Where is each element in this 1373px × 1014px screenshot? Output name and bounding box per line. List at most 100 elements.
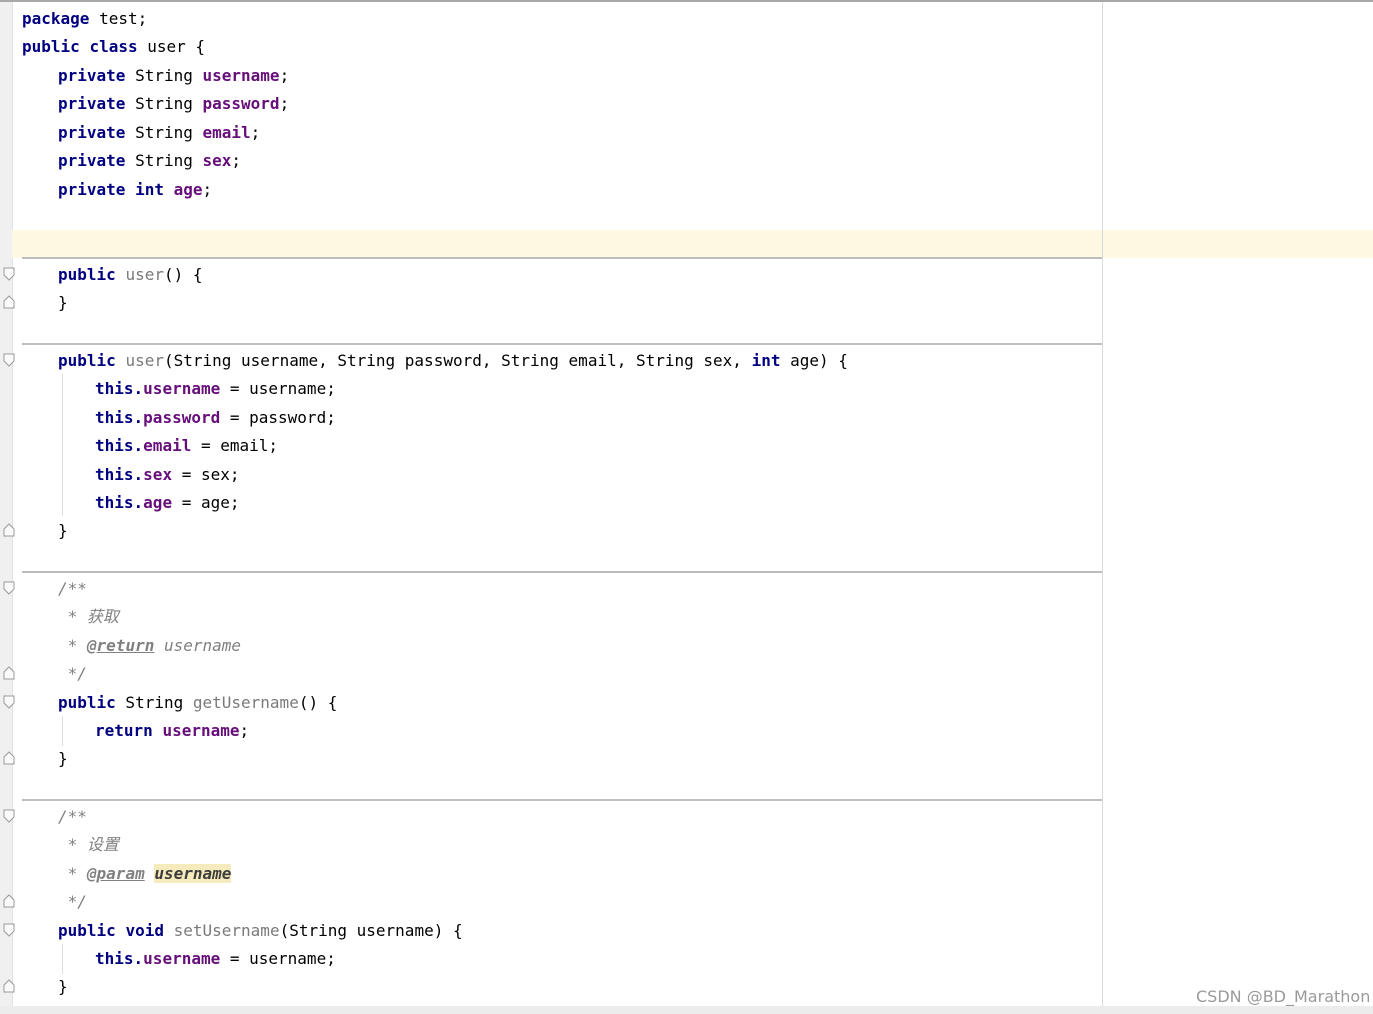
- indent-guide: [62, 944, 63, 974]
- code-text: = password;: [220, 408, 336, 427]
- editor-gutter: [0, 2, 13, 1006]
- code-text: = email;: [191, 436, 279, 455]
- code-text: ;: [250, 123, 261, 142]
- code-text: String: [125, 123, 203, 142]
- code-line-field[interactable]: private String sex;: [58, 149, 241, 173]
- code-line-class[interactable]: public class user {: [22, 35, 205, 59]
- code-text: }: [58, 293, 68, 312]
- code-text: String: [115, 693, 193, 712]
- field-name: email: [143, 436, 192, 455]
- fold-close-icon[interactable]: [3, 894, 15, 908]
- code-line-brace[interactable]: }: [58, 975, 68, 999]
- keyword: private: [58, 180, 126, 199]
- doc-comment-line[interactable]: */: [58, 890, 87, 914]
- code-text: = sex;: [172, 465, 240, 484]
- doc-comment-line[interactable]: /**: [58, 577, 87, 601]
- code-text: String: [125, 94, 203, 113]
- keyword: return: [95, 721, 153, 740]
- code-line-method[interactable]: public String getUsername() {: [58, 691, 337, 715]
- right-margin-guide: [1102, 2, 1103, 1006]
- code-text: = username;: [220, 379, 336, 398]
- current-line-highlight: [12, 230, 1373, 258]
- doc-comment-line[interactable]: * @return username: [58, 634, 241, 658]
- code-line-brace[interactable]: }: [58, 747, 68, 771]
- doc-comment-text: */: [58, 664, 87, 683]
- doc-comment-text: *: [58, 864, 87, 883]
- indent-guide: [62, 716, 63, 746]
- code-text: = age;: [172, 493, 240, 512]
- field-name: sex: [202, 151, 232, 170]
- code-text: () {: [163, 265, 203, 284]
- fold-open-icon[interactable]: [3, 581, 15, 595]
- fold-close-icon[interactable]: [3, 979, 15, 993]
- fold-open-icon[interactable]: [3, 353, 15, 367]
- code-line-brace[interactable]: }: [58, 291, 68, 315]
- keyword: private: [58, 123, 126, 142]
- doc-comment-text: /**: [58, 579, 87, 598]
- doc-comment-line[interactable]: /**: [58, 805, 87, 829]
- keyword: this.: [95, 379, 144, 398]
- keyword: public: [22, 37, 80, 56]
- field-name: age: [143, 493, 173, 512]
- field-name: username: [143, 379, 221, 398]
- keyword: class: [89, 37, 138, 56]
- field-name: username: [202, 66, 280, 85]
- field-name: username: [143, 949, 221, 968]
- code-line-method[interactable]: public void setUsername(String username)…: [58, 919, 463, 943]
- code-line-field[interactable]: private String email;: [58, 121, 260, 145]
- doc-comment-text: *: [58, 636, 87, 655]
- doc-comment-text: * 设置: [58, 835, 119, 854]
- doc-comment-line[interactable]: * 获取: [58, 605, 119, 629]
- code-line-field[interactable]: private String password;: [58, 92, 289, 116]
- code-line-assign[interactable]: this.password = password;: [95, 406, 336, 430]
- fold-close-icon[interactable]: [3, 751, 15, 765]
- doc-comment-line[interactable]: * @param username: [58, 862, 232, 886]
- method-name: user: [125, 351, 164, 370]
- code-line-constructor[interactable]: public user(String username, String pass…: [58, 349, 848, 373]
- code-text: }: [58, 977, 68, 996]
- indent-guide: [62, 374, 63, 516]
- keyword: public: [58, 351, 116, 370]
- method-separator: [22, 799, 1102, 801]
- keyword: this.: [95, 408, 144, 427]
- horizontal-scrollbar[interactable]: [0, 1006, 1373, 1014]
- doc-comment-line[interactable]: */: [58, 662, 87, 686]
- code-line-return[interactable]: return username;: [95, 719, 249, 743]
- doc-comment-line[interactable]: * 设置: [58, 833, 119, 857]
- keyword: this.: [95, 465, 144, 484]
- fold-open-icon[interactable]: [3, 923, 15, 937]
- code-text: (String username, String password, Strin…: [163, 351, 752, 370]
- code-text: () {: [298, 693, 338, 712]
- code-line-package[interactable]: package test;: [22, 7, 147, 31]
- code-line-brace[interactable]: }: [58, 519, 68, 543]
- fold-close-icon[interactable]: [3, 295, 15, 309]
- fold-close-icon[interactable]: [3, 666, 15, 680]
- doc-comment-text: username: [154, 636, 242, 655]
- code-line-assign[interactable]: this.age = age;: [95, 491, 240, 515]
- keyword: this.: [95, 949, 144, 968]
- code-editor[interactable]: package test; public class user { privat…: [0, 0, 1373, 1014]
- code-line-assign[interactable]: this.username = username;: [95, 377, 336, 401]
- code-text: }: [58, 749, 68, 768]
- fold-close-icon[interactable]: [3, 523, 15, 537]
- fold-open-icon[interactable]: [3, 695, 15, 709]
- keyword: private: [58, 66, 126, 85]
- fold-open-icon[interactable]: [3, 267, 15, 281]
- code-text: ;: [279, 66, 290, 85]
- code-text: = username;: [220, 949, 336, 968]
- doc-tag: @param: [86, 864, 145, 883]
- field-name: email: [202, 123, 251, 142]
- field-name: password: [143, 408, 221, 427]
- code-line-assign[interactable]: this.sex = sex;: [95, 463, 240, 487]
- code-line-field[interactable]: private int age;: [58, 178, 212, 202]
- keyword: int: [751, 351, 781, 370]
- fold-open-icon[interactable]: [3, 809, 15, 823]
- code-line-field[interactable]: private String username;: [58, 64, 289, 88]
- keyword: void: [125, 921, 164, 940]
- code-text: ;: [231, 151, 242, 170]
- code-text: String: [125, 66, 203, 85]
- field-name: username: [162, 721, 240, 740]
- code-line-constructor[interactable]: public user() {: [58, 263, 203, 287]
- code-line-assign[interactable]: this.email = email;: [95, 434, 278, 458]
- code-line-assign[interactable]: this.username = username;: [95, 947, 336, 971]
